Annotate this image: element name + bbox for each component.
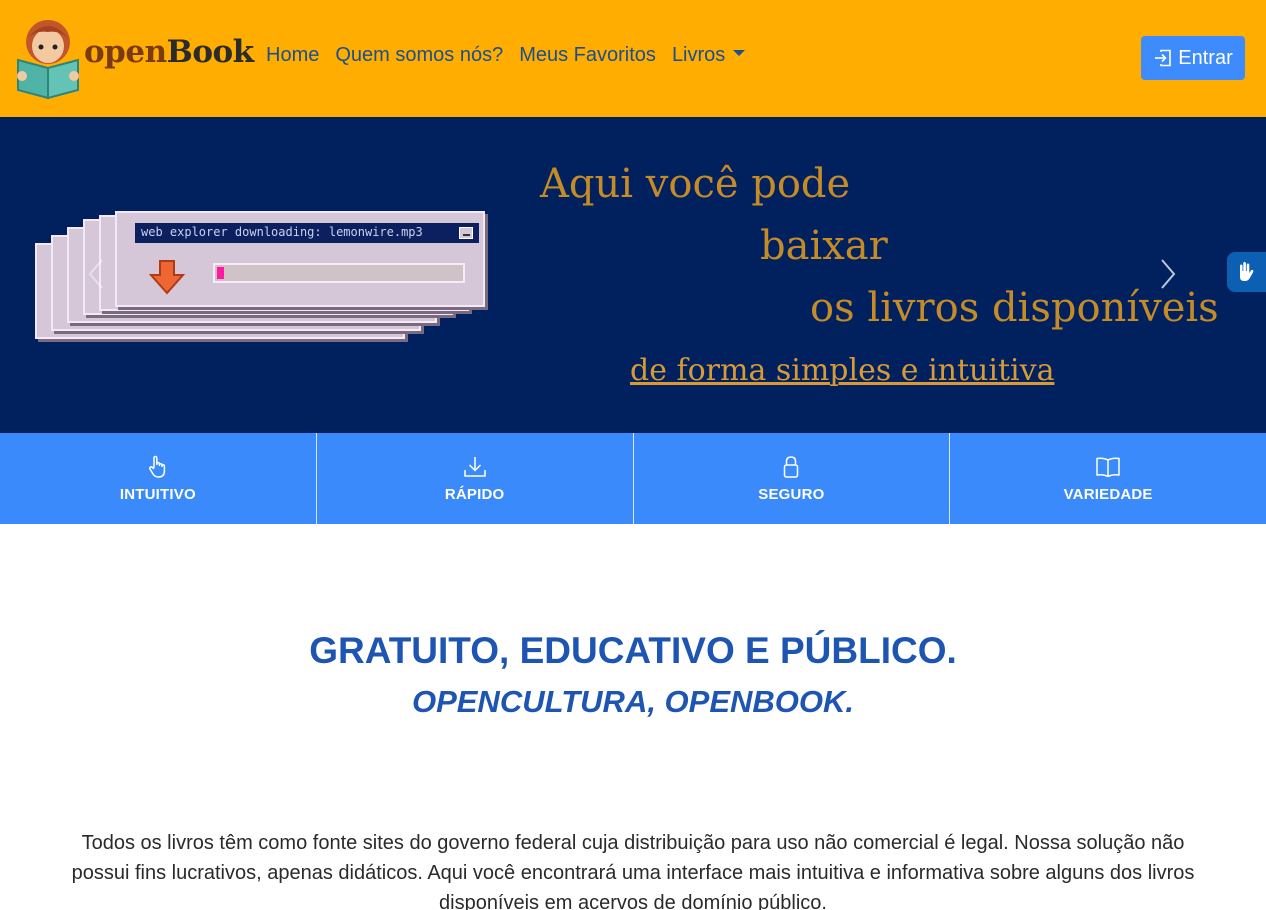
- sign-language-icon: [1239, 262, 1253, 281]
- minimize-icon: [459, 227, 473, 239]
- brand-logo[interactable]: openBook: [14, 16, 254, 100]
- nav-books-label: Livros: [671, 44, 726, 66]
- download-window: web explorer downloading: lemonwire.mp3: [115, 211, 485, 307]
- nav-home[interactable]: Home: [266, 44, 319, 67]
- section-subline: OPENCULTURA, OPENBOOK.: [411, 684, 855, 719]
- hero-line-1: Aqui você pode: [540, 161, 851, 207]
- download-window-title: web explorer downloading: lemonwire.mp3: [141, 225, 423, 239]
- download-icon: [463, 457, 486, 477]
- feature-label: SEGURO: [758, 486, 825, 503]
- login-button[interactable]: Entrar: [1141, 36, 1245, 80]
- navbar: openBook Home Quem somos nós? Meus Favor…: [0, 0, 1266, 117]
- feature-label: INTUITIVO: [119, 486, 196, 503]
- download-window-titlebar: web explorer downloading: lemonwire.mp3: [135, 223, 479, 243]
- feature-label: VARIEDADE: [1063, 486, 1153, 503]
- login-label: Entrar: [1178, 46, 1233, 69]
- section-headline: GRATUITO, EDUCATIVO E PÚBLICO.: [309, 630, 957, 671]
- brand-name-book: Book: [166, 34, 255, 70]
- download-progress-fill: [217, 267, 224, 279]
- feature-label: RÁPIDO: [444, 486, 505, 503]
- hand-pointer-icon: [148, 455, 166, 478]
- intro-paragraph: Todos os livros têm como fonte sites do …: [71, 832, 1195, 910]
- brand-name: openBook: [84, 34, 254, 70]
- hero-line-4: de forma simples e intuitiva: [630, 353, 1055, 388]
- feature-fast[interactable]: RÁPIDO: [316, 433, 634, 524]
- carousel-next-icon[interactable]: [1158, 257, 1178, 291]
- book-open-icon: [1096, 457, 1120, 478]
- features-bar: INTUITIVO RÁPIDO SEGURO VARIEDADE: [0, 433, 1266, 524]
- feature-secure[interactable]: SEGURO: [633, 433, 951, 524]
- login-icon: [1155, 49, 1172, 67]
- feature-intuitive[interactable]: INTUITIVO: [0, 433, 317, 524]
- reading-girl-logo-icon: [17, 20, 79, 100]
- hero-line-3: os livros disponíveis: [810, 285, 1219, 331]
- hero-line-2: baixar: [760, 223, 888, 269]
- lock-icon: [784, 456, 799, 478]
- feature-variety[interactable]: VARIEDADE: [950, 433, 1266, 524]
- hero-carousel: web explorer downloading: lemonwire.mp3 …: [0, 117, 1266, 433]
- down-arrow-icon: [148, 260, 186, 295]
- accessibility-widget-button[interactable]: [1227, 252, 1266, 292]
- nav-about[interactable]: Quem somos nós?: [335, 44, 503, 67]
- nav-favorites[interactable]: Meus Favoritos: [519, 44, 656, 67]
- download-progress-bar: [213, 263, 465, 283]
- brand-name-open: open: [84, 34, 167, 70]
- nav-books-dropdown[interactable]: Livros: [671, 44, 746, 67]
- main-nav: Home Quem somos nós? Meus Favoritos Livr…: [266, 44, 746, 67]
- caret-down-icon: [733, 49, 746, 56]
- carousel-prev-icon[interactable]: [86, 257, 106, 291]
